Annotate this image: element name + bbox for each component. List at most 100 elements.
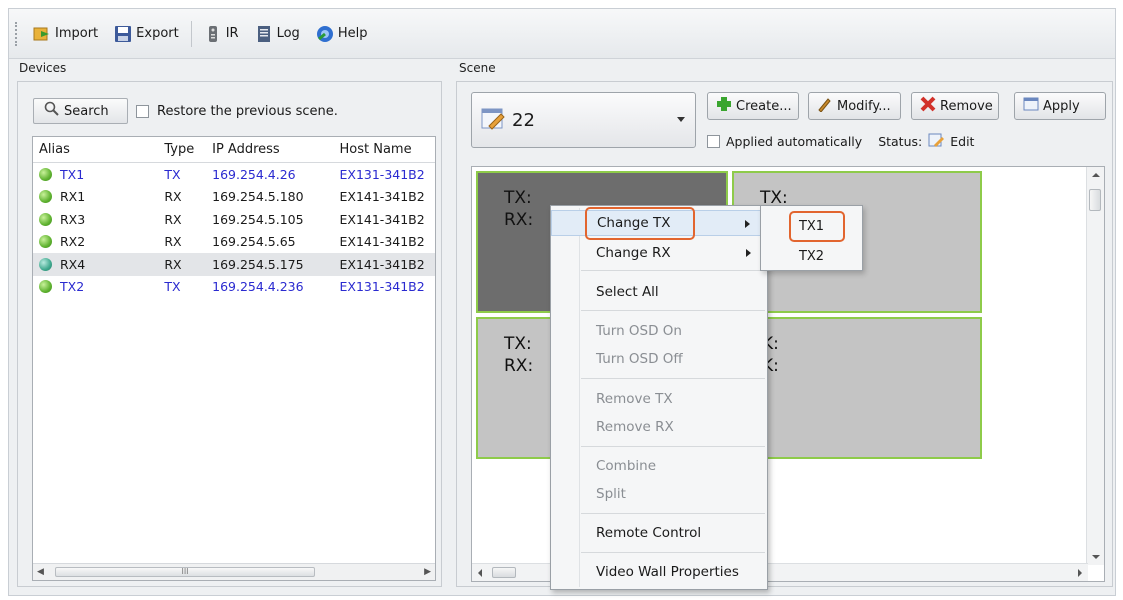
device-host: EX131-341B2 (339, 166, 425, 182)
modify-scene-button[interactable]: Modify... (808, 92, 901, 120)
device-row[interactable]: TX2 TX 169.254.4.236 EX131-341B2 (33, 276, 435, 299)
restore-scene-checkbox[interactable] (136, 105, 149, 118)
submenu-arrow-icon (746, 249, 751, 257)
apply-scene-button[interactable]: Apply (1014, 92, 1106, 120)
device-alias: TX2 (60, 279, 85, 295)
device-type: RX (164, 211, 182, 227)
scroll-down-icon[interactable] (1092, 555, 1100, 559)
menu-item-label: Remove RX (596, 419, 674, 435)
scroll-thumb[interactable] (1089, 189, 1101, 211)
applied-automatically-option[interactable]: Applied automatically Status: Edit (707, 132, 974, 151)
scroll-right-icon[interactable]: ▶ (424, 567, 431, 577)
devices-panel: Search Restore the previous scene. Alias… (17, 81, 442, 587)
device-row[interactable]: RX3 RX 169.254.5.105 EX141-341B2 (33, 208, 435, 231)
search-button[interactable]: Search (33, 98, 128, 124)
device-host: EX141-341B2 (339, 256, 425, 272)
menu-item-change-rx[interactable]: Change RX (551, 240, 767, 266)
ir-button[interactable]: IR (196, 21, 247, 47)
applied-automatically-label: Applied automatically (726, 134, 863, 149)
device-row[interactable]: TX1 TX 169.254.4.26 EX131-341B2 (33, 163, 435, 186)
menu-item-label: Remove TX (596, 391, 673, 407)
submenu-item-tx1[interactable]: TX1 (761, 213, 862, 239)
menu-item-video-wall-properties[interactable]: Video Wall Properties (551, 559, 767, 585)
column-header-ip[interactable]: IP Address (212, 142, 339, 157)
scene-select-value: 22 (512, 109, 535, 131)
device-alias: TX1 (60, 166, 85, 182)
device-type: TX (164, 166, 181, 182)
column-header-alias[interactable]: Alias (33, 142, 164, 157)
device-alias: RX4 (60, 256, 86, 272)
log-label: Log (276, 26, 300, 41)
device-alias: RX3 (60, 211, 86, 227)
menu-item-label: Turn OSD Off (596, 351, 683, 367)
device-type: RX (164, 189, 182, 205)
status-online-icon (39, 280, 52, 294)
device-table-hscrollbar[interactable]: ◀ III ▶ (33, 563, 435, 580)
log-document-icon (255, 25, 273, 43)
toolbar-grip (15, 21, 19, 46)
scroll-left-icon[interactable]: ◀ (37, 567, 44, 577)
device-row[interactable]: RX1 RX 169.254.5.180 EX141-341B2 (33, 186, 435, 209)
log-button[interactable]: Log (247, 21, 308, 47)
wall-cell[interactable]: K: K: (732, 317, 982, 459)
status-online-icon (39, 167, 52, 181)
menu-item-remote-control[interactable]: Remote Control (551, 520, 767, 546)
apply-icon (1023, 96, 1039, 116)
device-ip: 169.254.5.180 (212, 189, 304, 205)
scroll-thumb[interactable] (492, 567, 516, 578)
ir-label: IR (225, 26, 239, 41)
submenu-item-tx2[interactable]: TX2 (761, 243, 862, 269)
scene-edit-icon (480, 105, 506, 136)
status-value: Edit (950, 134, 975, 149)
help-button[interactable]: Help (308, 21, 376, 47)
device-host: EX141-341B2 (339, 211, 425, 227)
menu-separator (581, 513, 765, 514)
scroll-right-icon[interactable] (1078, 569, 1082, 577)
scroll-left-icon[interactable] (478, 569, 482, 577)
remote-control-icon (204, 25, 222, 43)
scene-select[interactable]: 22 (471, 92, 696, 148)
menu-item-label: Turn OSD On (596, 323, 682, 339)
menu-item-remove-tx: Remove TX (551, 386, 767, 412)
scene-group-label: Scene (459, 61, 496, 75)
menu-item-label: Combine (596, 458, 657, 474)
chevron-down-icon[interactable] (677, 117, 685, 122)
import-label: Import (55, 26, 99, 41)
menu-item-turn-osd-off: Turn OSD Off (551, 346, 767, 372)
cell-tx-label: K: (762, 334, 779, 354)
column-header-type[interactable]: Type (164, 142, 212, 157)
device-table-header: Alias Type IP Address Host Name (33, 137, 435, 163)
create-label: Create... (736, 98, 792, 114)
applied-automatically-checkbox[interactable] (707, 135, 720, 148)
apply-label: Apply (1043, 98, 1080, 114)
help-label: Help (337, 26, 368, 41)
search-label: Search (64, 103, 109, 119)
change-tx-submenu: TX1 TX2 (760, 205, 863, 271)
export-label: Export (136, 26, 179, 41)
scroll-up-icon[interactable] (1092, 173, 1100, 177)
device-table[interactable]: Alias Type IP Address Host Name TX1 TX 1… (32, 136, 436, 581)
column-header-host[interactable]: Host Name (339, 142, 435, 157)
menu-item-label: Remote Control (596, 525, 702, 541)
restore-scene-option[interactable]: Restore the previous scene. (136, 104, 338, 119)
canvas-vscrollbar[interactable] (1086, 167, 1104, 565)
export-button[interactable]: Export (106, 21, 187, 47)
device-row[interactable]: RX2 RX 169.254.5.65 EX141-341B2 (33, 231, 435, 254)
submenu-arrow-icon (745, 220, 750, 228)
device-alias: RX2 (60, 234, 86, 250)
status-online-icon (39, 235, 52, 249)
scroll-thumb[interactable]: III (55, 567, 315, 577)
plus-icon (716, 96, 732, 116)
status-label: Status: (878, 134, 923, 149)
create-scene-button[interactable]: Create... (707, 92, 799, 120)
import-button[interactable]: Import (25, 21, 106, 47)
search-icon (44, 101, 60, 121)
menu-item-change-tx[interactable]: Change TX (551, 210, 767, 236)
menu-item-select-all[interactable]: Select All (551, 279, 767, 305)
device-row-selected[interactable]: RX4 RX 169.254.5.175 EX141-341B2 (33, 253, 435, 276)
menu-item-combine: Combine (551, 453, 767, 479)
remove-scene-button[interactable]: Remove (911, 92, 999, 120)
remove-x-icon (920, 96, 936, 116)
device-ip: 169.254.5.175 (212, 256, 304, 272)
submenu-item-label: TX2 (798, 248, 825, 264)
